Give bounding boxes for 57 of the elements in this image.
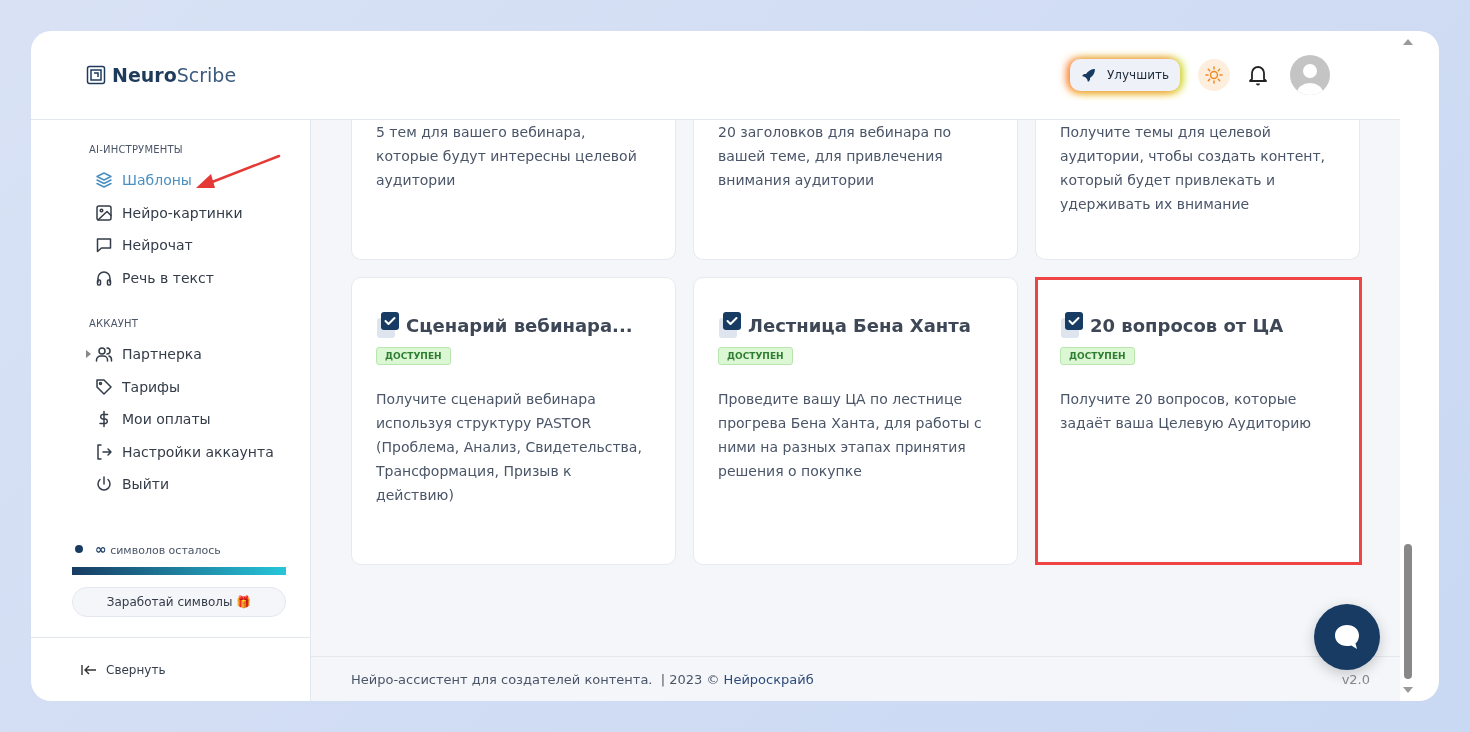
notification-bell-icon[interactable] [1248,64,1268,86]
image-icon [95,203,113,222]
template-card[interactable]: Сценарий вебинара... ДОСТУПЕН Получите сценарий вебинара используя структуру PASTOR (Проблема, Анализ, Свидетельства, Трансформация, Призыв к действию) [351,277,676,565]
power-icon [95,475,113,494]
template-card[interactable]: Лестница Бена Ханта ДОСТУПЕН Проведите вашу ЦА по лестнице прогрева Бена Ханта, для работы с ними на разных этапах принятия решения о покупке [693,277,1018,565]
card-description: 5 тем для вашего вебинара, которые будут интересны целевой аудитории [376,123,638,190]
logo[interactable]: NeuroScribe [86,64,237,86]
status-tag: ДОСТУПЕН [376,347,451,365]
sun-icon [1205,66,1223,84]
section-heading: АККАУНТ [89,318,139,329]
card-description: 20 заголовков для вебинара по вашей теме, для привлечения внимания аудитории [718,123,953,190]
status-tag: ДОСТУПЕН [718,347,793,365]
version-label: v2.0 [1341,671,1370,687]
card-title: Сценарий вебинара... [406,314,633,336]
earn-symbols-button[interactable]: Заработай символы 🎁 [72,586,286,617]
card-title: Лестница Бена Ханта [748,314,971,336]
rocket-icon [1081,67,1097,83]
sidebar-item[interactable]: Мои оплаты [89,410,211,429]
card-description: Получите 20 вопросов, которые задаёт ваша Целевую Аудиторию [1060,390,1313,433]
checkbox-document-icon [1060,311,1084,339]
template-card[interactable]: 20 заголовков для вебинара по вашей теме, для привлечения внимания аудитории [693,120,1018,260]
card-title: 20 вопросов от ЦА [1090,314,1284,336]
theme-toggle[interactable] [1198,59,1230,91]
sidebar-item[interactable]: Партнерка [89,345,202,364]
card-description: Проведите вашу ЦА по лестнице прогрева Бена Ханта, для работы с ними на разных этапах принятия решения о покупке [718,390,983,481]
footer-text: Нейро-ассистент для создателей контента. | 2023 © Нейроскрайб [351,671,814,687]
sidebar-item[interactable]: Шаблоны [89,171,192,190]
upgrade-button[interactable]: Улучшить [1070,59,1180,91]
section-heading: AI-ИНСТРУМЕНТЫ [89,144,184,155]
card-description: Получите сценарий вебинара используя структуру PASTOR (Проблема, Анализ, Свидетельства, Трансформация, Призыв к действию) [376,390,643,505]
chat-bubble-icon [95,236,113,255]
chat-button[interactable] [1314,604,1380,670]
caret-icon[interactable] [86,350,91,359]
checkbox-document-icon [376,311,400,339]
sidebar-item[interactable]: Настройки аккаунта [89,442,274,461]
template-card[interactable]: 5 тем для вашего вебинара, которые будут интересны целевой аудитории [351,120,676,260]
sidebar-item[interactable]: Нейрочат [89,236,193,255]
chat-bubble-icon [1332,623,1362,651]
template-card[interactable]: Получите темы для целевой аудитории, чтобы создать контент, который будет привлекать и удерживать их внимание [1035,120,1360,260]
template-card[interactable]: 20 вопросов от ЦА ДОСТУПЕН Получите 20 вопросов, которые задаёт ваша Целевую Аудиторию [1035,277,1362,565]
layers-icon [95,171,113,190]
card-description: Получите темы для целевой аудитории, чтобы создать контент, который будет привлекать и удерживать их внимание [1060,123,1326,214]
status-dot [75,544,83,553]
sidebar-item[interactable]: Выйти [89,475,169,494]
checkbox-document-icon [718,311,742,339]
footer-link[interactable]: Нейроскрайб [723,671,814,687]
symbols-remaining: ∞ символов осталось [95,540,221,557]
collapse-icon [81,663,97,676]
tag-icon [95,377,113,396]
sidebar-item[interactable]: Тарифы [89,377,181,396]
sidebar-item[interactable]: Речь в текст [89,268,214,287]
collapse-button[interactable]: Свернуть [31,637,310,701]
users-icon [95,345,113,364]
status-tag: ДОСТУПЕН [1060,347,1135,365]
exit-icon [95,442,113,461]
sidebar-item[interactable]: Нейро-картинки [89,203,243,222]
headphones-icon [95,268,113,287]
